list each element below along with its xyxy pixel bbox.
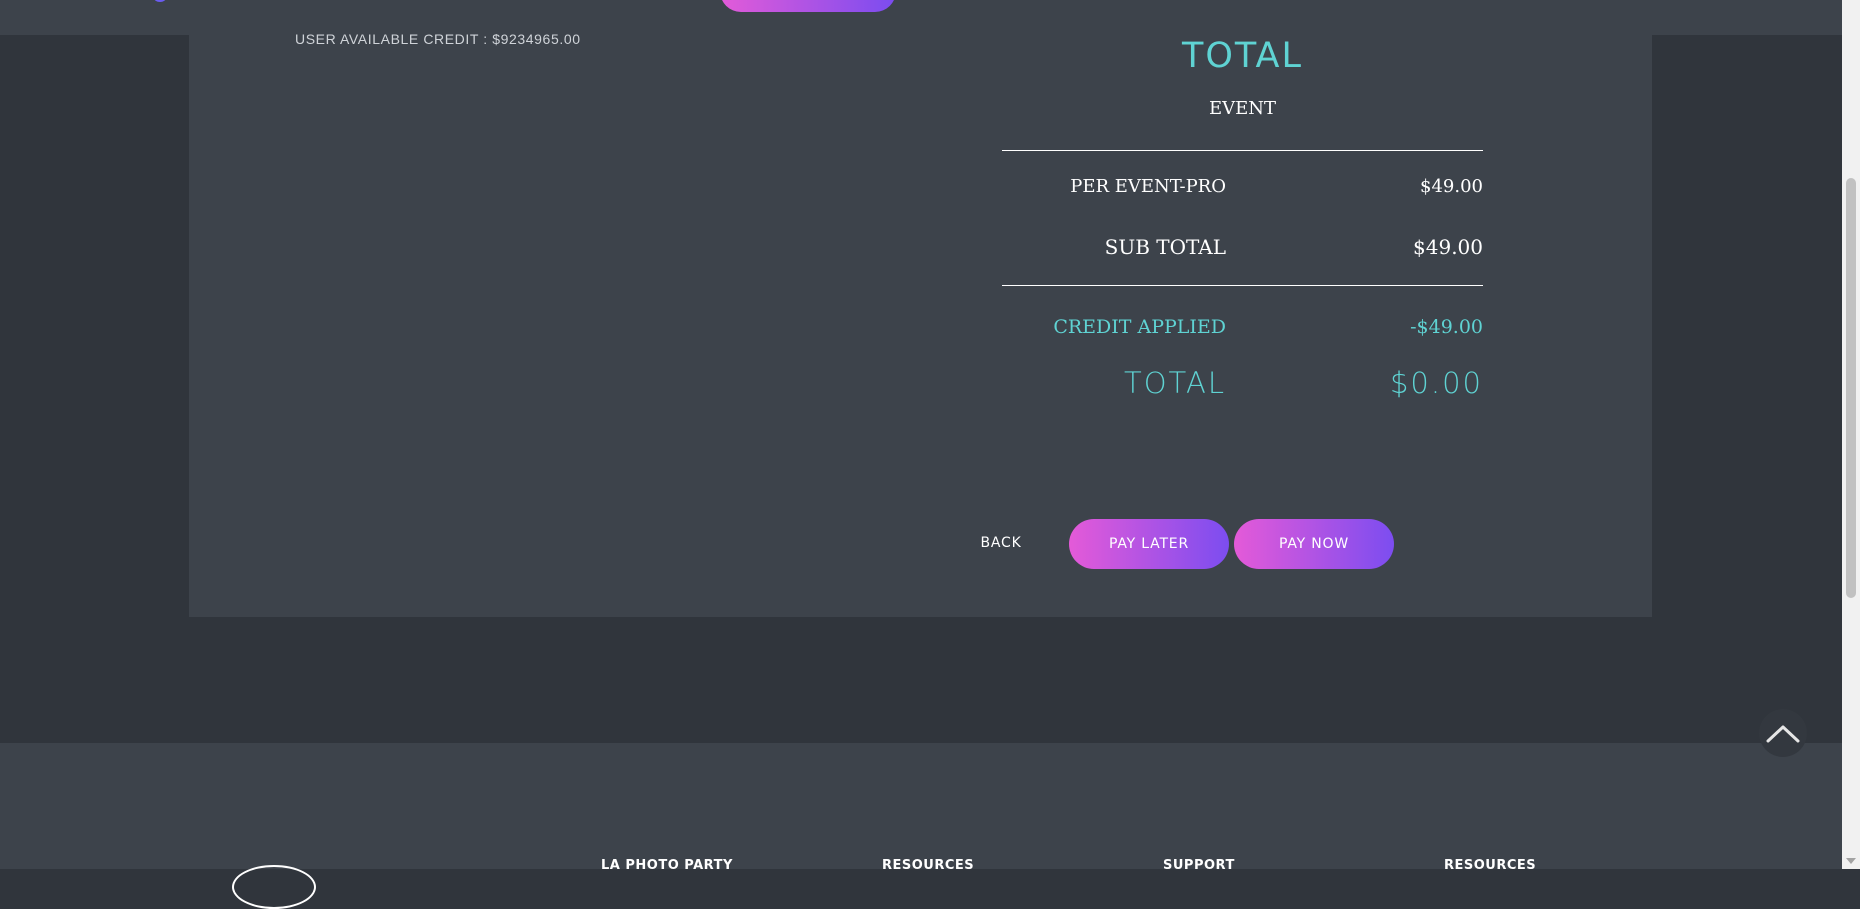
footer-column-support[interactable]: SUPPORT (1163, 858, 1235, 873)
summary-title: TOTAL (1181, 36, 1304, 76)
pay-later-button[interactable]: PAY LATER (1069, 519, 1229, 569)
pay-now-button[interactable]: PAY NOW (1234, 519, 1394, 569)
chevron-up-icon (1766, 725, 1800, 743)
top-nav-bar (0, 0, 1842, 35)
line-item-value: $49.00 (1420, 176, 1483, 197)
scroll-to-top-button[interactable] (1759, 709, 1807, 757)
scrollbar-thumb[interactable] (1846, 178, 1856, 598)
user-available-credit: USER AVAILABLE CREDIT : $9234965.00 (295, 31, 581, 47)
sub-total-label: SUB TOTAL (1104, 235, 1226, 259)
back-button[interactable]: BACK (968, 519, 1034, 567)
footer-column-resources-2[interactable]: RESOURCES (1444, 858, 1536, 873)
sub-total-value: $49.00 (1413, 235, 1483, 259)
summary-divider-top (1002, 150, 1483, 151)
line-item-label: PER EVENT-PRO (1070, 176, 1226, 197)
total-value: $0.00 (1389, 366, 1483, 400)
credit-applied-value: -$49.00 (1410, 316, 1483, 338)
site-footer: LA PHOTO PARTY RESOURCES SUPPORT RESOURC… (0, 743, 1842, 909)
checkout-panel (189, 0, 1652, 617)
nav-logo-icon[interactable] (154, 0, 166, 2)
nav-action-button[interactable] (720, 0, 896, 12)
footer-column-la-photo-party[interactable]: LA PHOTO PARTY (601, 858, 733, 873)
credit-applied-label: CREDIT APPLIED (1053, 316, 1226, 338)
footer-column-resources[interactable]: RESOURCES (882, 858, 974, 873)
page-scrollbar[interactable] (1842, 0, 1860, 869)
logo-icon[interactable] (232, 865, 316, 909)
summary-divider-bottom (1002, 285, 1483, 286)
total-label: TOTAL (1124, 366, 1226, 400)
scroll-down-arrow-icon[interactable] (1846, 858, 1856, 864)
summary-subtitle: EVENT (1208, 98, 1277, 119)
